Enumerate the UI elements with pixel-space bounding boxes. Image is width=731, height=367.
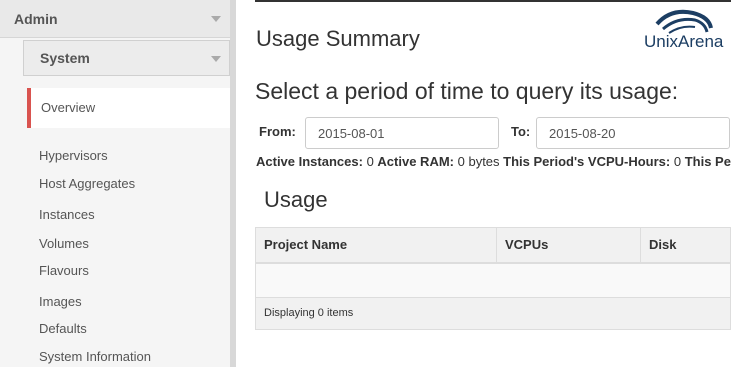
sidebar-item-system-information[interactable]: System Information (39, 349, 151, 365)
active-instances-label: Active Instances: (256, 154, 363, 169)
unixarena-logo: UnixArena (641, 8, 731, 52)
table-footer: Displaying 0 items (256, 298, 730, 329)
table-empty-row (256, 264, 730, 298)
to-date-input[interactable] (536, 117, 730, 149)
chevron-down-icon (211, 16, 221, 22)
logo-text: UnixArena (644, 32, 724, 51)
usage-heading: Usage (264, 187, 328, 212)
sidebar-scrollbar[interactable] (230, 0, 236, 367)
from-date-input[interactable] (305, 117, 499, 149)
period-heading: Select a period of time to query its usa… (255, 78, 679, 104)
to-label: To: (511, 124, 531, 139)
usage-stats-line: Active Instances: 0 Active RAM: 0 bytes … (256, 154, 731, 169)
sidebar-item-label: Overview (41, 100, 96, 115)
column-header-project-name[interactable]: Project Name (256, 228, 496, 262)
vcpu-hours-label: This Period's VCPU-Hours: (503, 154, 671, 169)
sidebar-item-overview[interactable]: Overview (27, 88, 236, 128)
sidebar-item-defaults[interactable]: Defaults (39, 321, 87, 337)
page-title: Usage Summary (256, 26, 420, 51)
sidebar: Admin System Overview Hypervisors Host A… (0, 0, 236, 367)
sidebar-item-images[interactable]: Images (39, 294, 82, 310)
sidebar-item-flavours[interactable]: Flavours (39, 263, 89, 279)
from-label: From: (259, 124, 296, 139)
vcpu-hours-value: 0 (673, 154, 682, 169)
usage-table: Project Name VCPUs Disk Displaying 0 ite… (255, 227, 731, 330)
header-rule (255, 0, 731, 2)
active-instances-value: 0 (366, 154, 374, 169)
active-ram-value: 0 bytes (457, 154, 500, 169)
column-header-vcpus[interactable]: VCPUs (496, 228, 640, 262)
table-header-row: Project Name VCPUs Disk (256, 228, 730, 264)
system-label: System (40, 50, 90, 66)
system-dashboard-header[interactable]: System (23, 40, 230, 76)
sidebar-item-hypervisors[interactable]: Hypervisors (39, 148, 108, 164)
admin-panel-header[interactable]: Admin (0, 0, 230, 38)
truncated-stat-label: This Pe (684, 154, 731, 169)
admin-label: Admin (14, 11, 58, 27)
sidebar-item-volumes[interactable]: Volumes (39, 236, 89, 252)
column-header-disk[interactable]: Disk (640, 228, 731, 262)
sidebar-item-host-aggregates[interactable]: Host Aggregates (39, 176, 135, 192)
chevron-down-icon (211, 56, 221, 62)
sidebar-item-instances[interactable]: Instances (39, 207, 95, 223)
active-ram-label: Active RAM: (377, 154, 454, 169)
